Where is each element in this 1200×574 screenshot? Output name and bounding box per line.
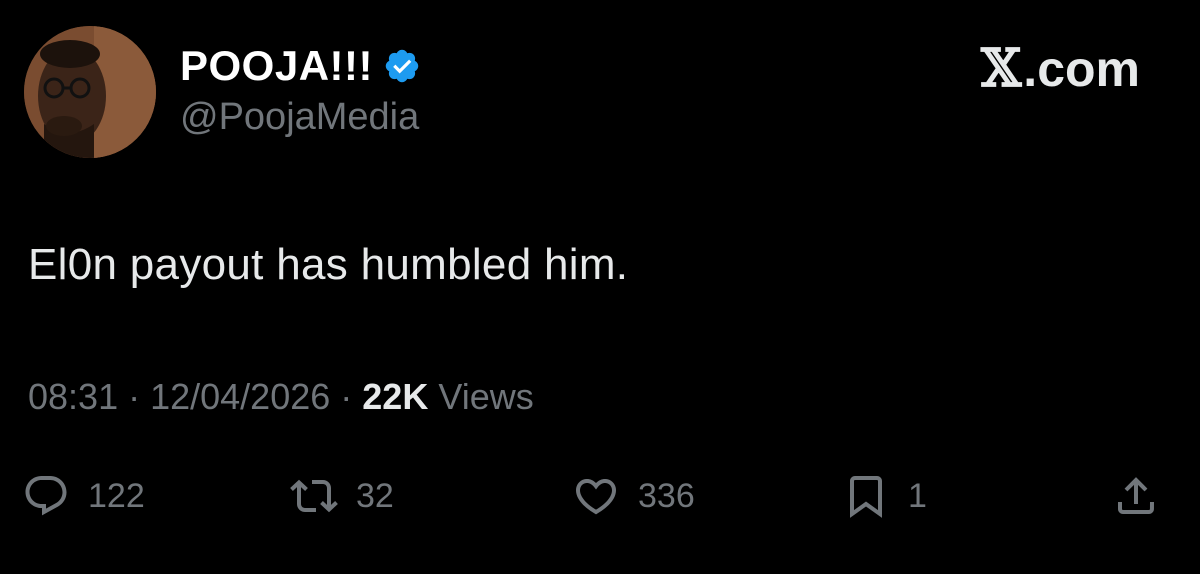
tweet-date[interactable]: 12/04/2026: [150, 376, 330, 418]
tweet-card: POOJA!!! @PoojaMedia 𝕏 .com El0n payout …: [0, 0, 1200, 574]
verified-badge-icon: [383, 47, 421, 85]
meta-separator: ·: [340, 376, 353, 417]
x-logo-icon: 𝕏: [980, 38, 1022, 99]
avatar-image: [24, 26, 156, 158]
views-count: 22K: [362, 376, 429, 417]
brand-label: .com: [1023, 40, 1140, 97]
bookmark-icon: [850, 476, 882, 518]
retweet-count: 32: [356, 476, 394, 515]
retweet-icon: [290, 479, 338, 513]
tweet-text: El0n payout has humbled him.: [28, 240, 629, 289]
meta-separator: ·: [128, 376, 141, 417]
reply-icon: [25, 476, 67, 516]
tweet-time[interactable]: 08:31: [28, 376, 118, 418]
like-count: 336: [638, 476, 695, 515]
share-icon: [1118, 477, 1154, 514]
display-name[interactable]: POOJA!!!: [180, 42, 373, 90]
share-button[interactable]: [1112, 468, 1160, 524]
brand-watermark: 𝕏 .com: [981, 38, 1140, 99]
tweet-meta: 08:31 · 12/04/2026 · 22K Views: [28, 376, 534, 418]
bookmark-button[interactable]: 1: [842, 468, 927, 524]
handle[interactable]: @PoojaMedia: [180, 96, 421, 139]
author-name-row: POOJA!!!: [180, 40, 421, 92]
reply-count: 122: [88, 476, 145, 515]
action-bar: 122 32 336 1: [0, 468, 1200, 524]
reply-button[interactable]: 122: [22, 468, 145, 524]
avatar[interactable]: [24, 26, 156, 158]
views-label: Views: [438, 376, 534, 417]
author-block: POOJA!!! @PoojaMedia: [180, 40, 421, 139]
heart-icon: [575, 479, 617, 515]
like-button[interactable]: 336: [572, 468, 695, 524]
bookmark-count: 1: [908, 476, 927, 515]
retweet-button[interactable]: 32: [290, 468, 394, 524]
